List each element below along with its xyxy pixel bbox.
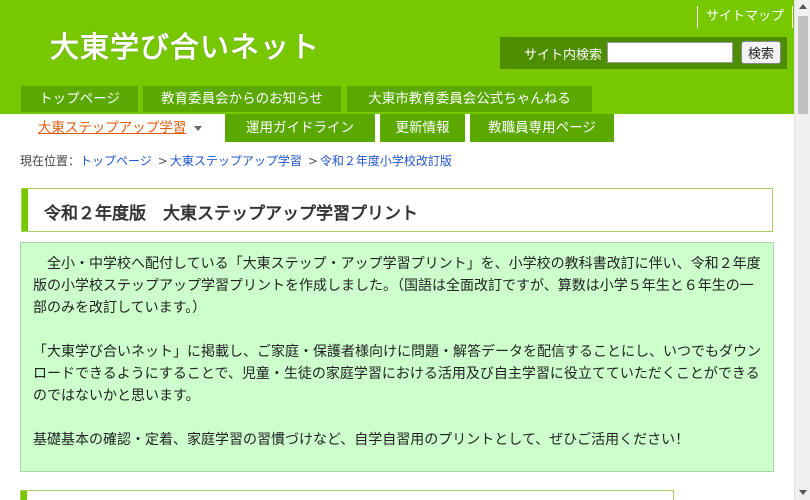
intro-paragraph-2: 「大東学び合いネット」に掲載し、ご家庭・保護者様向けに問題・解答データを配信する… (33, 344, 761, 404)
tab-guidelines[interactable]: 運用ガイドライン (225, 114, 375, 142)
next-section-accent-bar (21, 491, 27, 500)
title-accent-bar (22, 189, 28, 231)
page: 大東学び合いネット サイトマップ サイト内検索 検索 トップページ 教育委員会か… (0, 0, 794, 500)
tab-official-channel[interactable]: 大東市教育委員会公式ちゃんねる (347, 86, 592, 112)
main-nav: トップページ 教育委員会からのお知らせ 大東市教育委員会公式ちゃんねる 大東ステ… (0, 84, 794, 142)
nav-row-1: トップページ 教育委員会からのお知らせ 大東市教育委員会公式ちゃんねる (0, 84, 794, 114)
breadcrumb-separator: > (157, 154, 168, 168)
search-label: サイト内検索 (524, 48, 603, 63)
sitemap-link[interactable]: サイトマップ (697, 6, 794, 28)
tab-staff-only[interactable]: 教職員専用ページ (470, 114, 614, 142)
page-title-box: 令和２年度版 大東ステップアップ学習プリント (21, 188, 773, 232)
chevron-down-icon (194, 125, 203, 131)
breadcrumb-item-current[interactable]: 令和２年度小学校改訂版 (320, 154, 452, 168)
breadcrumb: 現在位置：トップページ > 大東ステップアップ学習 > 令和２年度小学校改訂版 (20, 152, 452, 169)
next-section-box (20, 490, 674, 500)
scroll-down-arrow-icon[interactable] (799, 490, 807, 495)
intro-paragraph-3: 基礎基本の確認・定着、家庭学習の習慣づけなど、自学自習用のプリントとして、ぜひご… (33, 432, 690, 448)
site-logo[interactable]: 大東学び合いネット (50, 24, 320, 66)
scroll-up-arrow-icon[interactable] (799, 4, 807, 9)
search-button[interactable]: 検索 (741, 41, 781, 64)
tab-step-up-learning-label: 大東ステップアップ学習 (37, 120, 187, 136)
tab-top-page[interactable]: トップページ (21, 86, 138, 112)
intro-content: 全小・中学校へ配付している「大東ステップ・アップ学習プリント」を、小学校の教科書… (20, 242, 774, 472)
intro-paragraph-1: 全小・中学校へ配付している「大東ステップ・アップ学習プリント」を、小学校の教科書… (33, 256, 761, 316)
breadcrumb-label: 現在位置： (20, 154, 81, 168)
breadcrumb-item-top[interactable]: トップページ (80, 154, 152, 168)
breadcrumb-separator: > (307, 154, 318, 168)
search-input[interactable] (607, 42, 733, 63)
tab-step-up-learning[interactable]: 大東ステップアップ学習 (21, 114, 219, 142)
tab-updates[interactable]: 更新情報 (380, 114, 465, 142)
tab-board-news[interactable]: 教育委員会からのお知らせ (143, 86, 341, 112)
site-search: サイト内検索 検索 (500, 37, 787, 69)
vertical-scrollbar[interactable] (794, 0, 810, 500)
scroll-thumb[interactable] (798, 16, 808, 114)
page-title: 令和２年度版 大東ステップアップ学習プリント (44, 204, 418, 224)
breadcrumb-item-step-up[interactable]: 大東ステップアップ学習 (170, 154, 302, 168)
site-header: 大東学び合いネット サイトマップ サイト内検索 検索 (0, 0, 794, 84)
